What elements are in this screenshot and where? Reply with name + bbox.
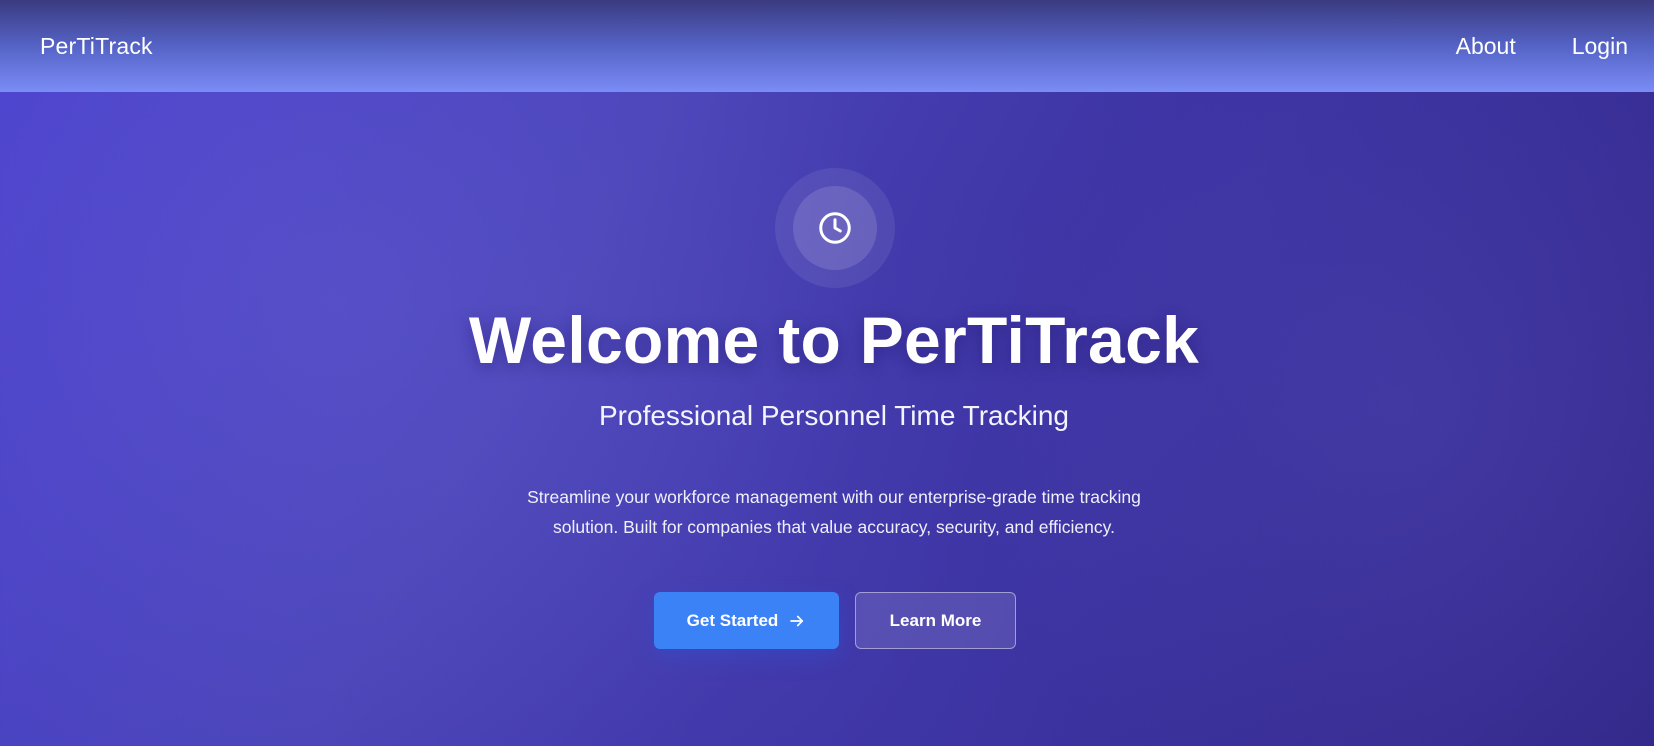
get-started-button[interactable]: Get Started [654, 592, 839, 649]
top-navbar: PerTiTrack About Login [0, 0, 1654, 92]
clock-icon-inner-ring [793, 186, 877, 270]
clock-icon-outer-ring [775, 168, 895, 288]
hero-description: Streamline your workforce management wit… [527, 487, 1141, 537]
clock-icon [819, 212, 851, 244]
brand-logo-link[interactable]: PerTiTrack [40, 33, 153, 60]
hero-title: Welcome to PerTiTrack [468, 303, 1200, 377]
arrow-right-icon [788, 612, 806, 630]
hero-subtitle: Professional Personnel Time Tracking [599, 400, 1069, 431]
cta-buttons: Get Started Learn More [654, 592, 1016, 649]
nav-about-link[interactable]: About [1456, 33, 1516, 60]
hero-section: Welcome to PerTiTrack Professional Perso… [0, 92, 1654, 746]
get-started-label: Get Started [686, 610, 779, 630]
learn-more-button[interactable]: Learn More [855, 592, 1016, 649]
nav-login-link[interactable]: Login [1572, 33, 1628, 60]
nav-links: About Login [1456, 33, 1628, 60]
